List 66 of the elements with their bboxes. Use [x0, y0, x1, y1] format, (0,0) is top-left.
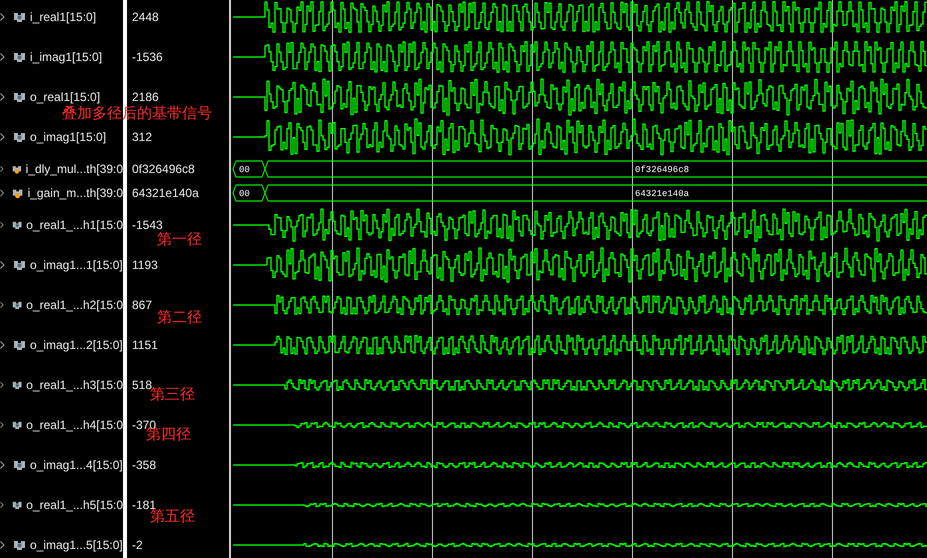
annotation-label: 第一径: [157, 231, 202, 249]
chevron-icon[interactable]: [0, 541, 5, 549]
bus-value: 0f326496c8: [635, 165, 690, 175]
signal-name[interactable]: o_imag1...5[15:0]: [30, 539, 123, 551]
signal-value: 518: [132, 379, 152, 391]
signal-bus-icon: [13, 91, 26, 103]
signal-name[interactable]: o_imag1[15:0]: [30, 131, 106, 143]
chevron-icon[interactable]: [0, 93, 5, 101]
signal-bus-icon: [12, 186, 24, 200]
bus-value: 00: [239, 165, 250, 175]
signal-name[interactable]: o_real1[15:0]: [30, 91, 100, 103]
signal-name[interactable]: i_gain_m...th[39:0: [28, 187, 123, 199]
chevron-icon[interactable]: [0, 301, 4, 309]
chevron-icon[interactable]: [0, 501, 4, 509]
signal-name[interactable]: i_dly_mul...th[39:0: [26, 163, 123, 175]
signal-bus-icon: [12, 499, 22, 511]
signal-value: 312: [132, 131, 152, 143]
signal-name[interactable]: o_imag1...2[15:0]: [30, 339, 123, 351]
signal-name[interactable]: o_real1_...h5[15:0: [26, 499, 123, 511]
signal-name[interactable]: i_real1[15:0]: [30, 11, 96, 23]
signal-bus-icon: [12, 219, 22, 231]
signal-name[interactable]: o_real1_...h2[15:0: [26, 299, 123, 311]
signal-bus-icon: [13, 259, 26, 271]
signal-bus-icon: [13, 11, 26, 23]
chevron-icon[interactable]: [0, 381, 4, 389]
signal-name[interactable]: o_real1_...h1[15:0: [26, 219, 123, 231]
annotation-label: 第二径: [157, 309, 202, 327]
signal-name[interactable]: o_imag1...4[15:0]: [30, 459, 123, 471]
annotation-label: 第五径: [150, 508, 195, 526]
signal-value: 1193: [132, 259, 158, 271]
signal-bus-icon: [13, 131, 26, 143]
chevron-icon[interactable]: [0, 261, 5, 269]
signal-name[interactable]: o_real1_...h4[15:0: [26, 419, 123, 431]
signal-bus-icon: [12, 299, 22, 311]
chevron-icon[interactable]: [0, 13, 5, 21]
chevron-icon[interactable]: [0, 133, 5, 141]
chevron-icon[interactable]: [0, 421, 4, 429]
signal-value: -181: [132, 499, 156, 511]
annotation-label: 第三径: [150, 386, 195, 404]
signal-value: -1543: [132, 219, 163, 231]
signal-value: 867: [132, 299, 152, 311]
signal-value: 2448: [132, 11, 159, 23]
signal-name[interactable]: o_real1_...h3[15:0: [26, 379, 123, 391]
bus-value: 64321e140a: [635, 189, 690, 199]
bus-value: 00: [239, 189, 250, 199]
signal-bus-icon: [13, 539, 26, 551]
signal-name[interactable]: o_imag1...1[15:0]: [30, 259, 123, 271]
signal-bus-icon: [12, 419, 22, 431]
chevron-icon[interactable]: [0, 165, 4, 173]
signal-bus-icon: [13, 51, 26, 63]
signal-name[interactable]: i_imag1[15:0]: [30, 51, 102, 63]
chevron-icon[interactable]: [0, 221, 4, 229]
signal-value: -2: [132, 539, 143, 551]
chevron-icon[interactable]: [0, 341, 5, 349]
signal-value: 0f326496c8: [132, 163, 195, 175]
signal-value: 1151: [132, 339, 158, 351]
signal-bus-icon: [13, 459, 26, 471]
signal-value: 64321e140a: [132, 187, 199, 199]
signal-value: -1536: [132, 51, 163, 63]
chevron-icon[interactable]: [0, 461, 5, 469]
signal-bus-icon: [12, 379, 22, 391]
signal-bus-icon: [13, 339, 26, 351]
signal-value: 2186: [132, 91, 159, 103]
signal-value: -358: [132, 459, 156, 471]
chevron-icon[interactable]: [0, 53, 5, 61]
chevron-icon[interactable]: [0, 189, 4, 197]
